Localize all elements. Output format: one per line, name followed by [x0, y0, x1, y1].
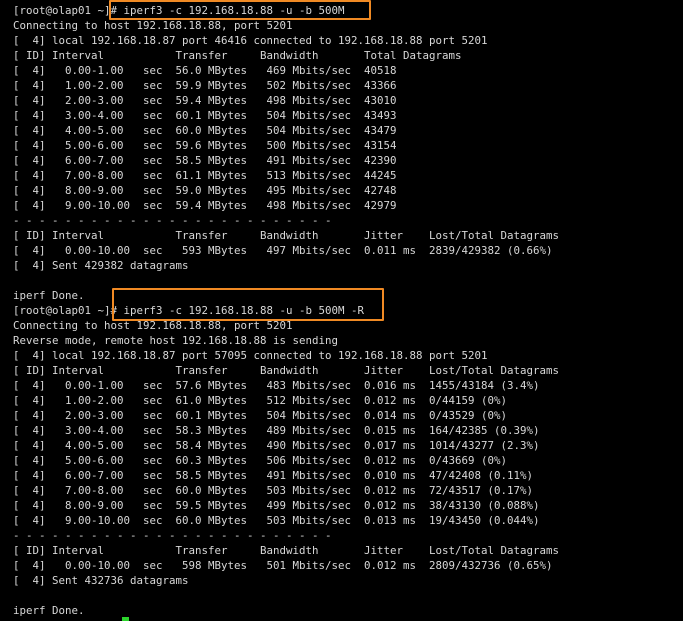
- command-highlight-box: [109, 0, 371, 20]
- command-highlight-box: [112, 288, 384, 321]
- terminal-line: [ ID] Interval Transfer Bandwidth Jitter…: [13, 364, 560, 377]
- terminal-line: [ 4] 0.00-1.00 sec 56.0 MBytes 469 Mbits…: [13, 64, 397, 77]
- terminal-line: [ ID] Interval Transfer Bandwidth Jitter…: [13, 544, 560, 557]
- terminal-line: [ 4] 3.00-4.00 sec 58.3 MBytes 489 Mbits…: [13, 424, 540, 437]
- terminal-line: [ ID] Interval Transfer Bandwidth Total …: [13, 49, 462, 62]
- terminal-cursor: [122, 617, 129, 621]
- terminal-line: [ 4] 0.00-1.00 sec 57.6 MBytes 483 Mbits…: [13, 379, 540, 392]
- terminal-line: [ ID] Interval Transfer Bandwidth Jitter…: [13, 229, 560, 242]
- terminal-line: iperf Done.: [13, 604, 85, 617]
- terminal-line: [ 4] 5.00-6.00 sec 59.6 MBytes 500 Mbits…: [13, 139, 397, 152]
- window-edge: [683, 0, 690, 621]
- terminal-line: Reverse mode, remote host 192.168.18.88 …: [13, 334, 339, 347]
- terminal-line: [ 4] local 192.168.18.87 port 57095 conn…: [13, 349, 488, 362]
- terminal-line: [ 4] 6.00-7.00 sec 58.5 MBytes 491 Mbits…: [13, 469, 534, 482]
- terminal-line: [ 4] 9.00-10.00 sec 59.4 MBytes 498 Mbit…: [13, 199, 397, 212]
- terminal-line: [ 4] 1.00-2.00 sec 61.0 MBytes 512 Mbits…: [13, 394, 508, 407]
- terminal-line: [ 4] local 192.168.18.87 port 46416 conn…: [13, 34, 488, 47]
- terminal-line: [ 4] 6.00-7.00 sec 58.5 MBytes 491 Mbits…: [13, 154, 397, 167]
- terminal-line: [ 4] 3.00-4.00 sec 60.1 MBytes 504 Mbits…: [13, 109, 397, 122]
- terminal-line: [ 4] 4.00-5.00 sec 58.4 MBytes 490 Mbits…: [13, 439, 540, 452]
- terminal-line: [ 4] 8.00-9.00 sec 59.0 MBytes 495 Mbits…: [13, 184, 397, 197]
- terminal-line: - - - - - - - - - - - - - - - - - - - - …: [13, 529, 332, 542]
- terminal-line: [ 4] 2.00-3.00 sec 59.4 MBytes 498 Mbits…: [13, 94, 397, 107]
- terminal-line: [ 4] 4.00-5.00 sec 60.0 MBytes 504 Mbits…: [13, 124, 397, 137]
- terminal-line: [ 4] 0.00-10.00 sec 598 MBytes 501 Mbits…: [13, 559, 553, 572]
- terminal-line: [ 4] 5.00-6.00 sec 60.3 MBytes 506 Mbits…: [13, 454, 508, 467]
- terminal-line: [ 4] 2.00-3.00 sec 60.1 MBytes 504 Mbits…: [13, 409, 508, 422]
- terminal-line: Connecting to host 192.168.18.88, port 5…: [13, 19, 293, 32]
- terminal-window[interactable]: [root@olap01 ~]# iperf3 -c 192.168.18.88…: [0, 0, 690, 621]
- terminal-line: [ 4] 7.00-8.00 sec 61.1 MBytes 513 Mbits…: [13, 169, 397, 182]
- terminal-line: [ 4] 8.00-9.00 sec 59.5 MBytes 499 Mbits…: [13, 499, 540, 512]
- terminal-line: [ 4] 7.00-8.00 sec 60.0 MBytes 503 Mbits…: [13, 484, 534, 497]
- terminal-line: [ 4] Sent 429382 datagrams: [13, 259, 189, 272]
- terminal-line: - - - - - - - - - - - - - - - - - - - - …: [13, 214, 332, 227]
- terminal-line: [ 4] 1.00-2.00 sec 59.9 MBytes 502 Mbits…: [13, 79, 397, 92]
- terminal-line: [ 4] Sent 432736 datagrams: [13, 574, 189, 587]
- terminal-line: [ 4] 9.00-10.00 sec 60.0 MBytes 503 Mbit…: [13, 514, 540, 527]
- terminal-line: [ 4] 0.00-10.00 sec 593 MBytes 497 Mbits…: [13, 244, 553, 257]
